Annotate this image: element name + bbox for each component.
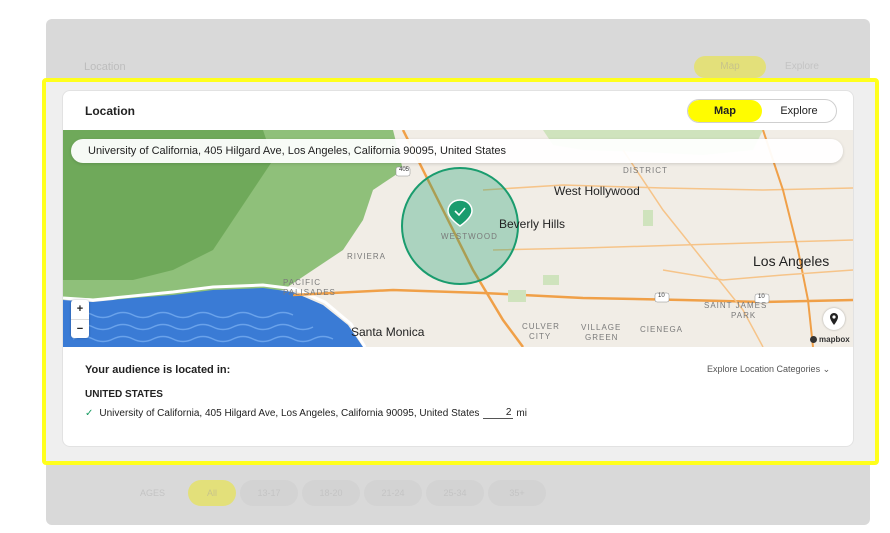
map-search-input[interactable]: University of California, 405 Hilgard Av… <box>71 139 843 163</box>
background-age-option: All <box>188 480 236 506</box>
map-label-park: PARK <box>731 311 757 320</box>
map-pin-icon <box>830 313 838 325</box>
explore-location-categories[interactable]: Explore Location Categories ⌄ <box>707 364 830 375</box>
mapbox-attribution: mapbox <box>810 335 850 344</box>
mapbox-logo-icon <box>810 336 817 343</box>
background-map-toggle: Map <box>694 56 766 78</box>
background-age-label: AGES <box>140 488 166 498</box>
highway-10-label: 10 <box>658 293 665 299</box>
map-label-west-hollywood: West Hollywood <box>554 184 640 198</box>
park <box>643 210 653 226</box>
country-label: UNITED STATES <box>85 389 163 400</box>
location-row: ✓ University of California, 405 Hilgard … <box>85 407 527 419</box>
map-label-city: CITY <box>529 332 552 341</box>
park <box>508 290 526 302</box>
highway-405-label: 405 <box>399 167 410 173</box>
locate-button[interactable] <box>823 308 845 330</box>
radius-unit: mi <box>516 407 527 419</box>
location-name: University of California, 405 Hilgard Av… <box>99 407 480 419</box>
zoom-control: + − <box>71 300 89 338</box>
zoom-in-button[interactable]: + <box>71 300 89 320</box>
park <box>543 275 559 285</box>
explore-tab[interactable]: Explore <box>762 100 836 122</box>
view-toggle: Map Explore <box>687 99 837 123</box>
map-label-culver: CULVER <box>522 322 560 331</box>
explore-categories-label: Explore Location Categories <box>707 364 821 374</box>
chevron-down-icon: ⌄ <box>822 364 831 374</box>
card-title: Location <box>85 104 135 118</box>
background-age-option: 25-34 <box>426 480 484 506</box>
map-label-village: VILLAGE <box>581 323 622 332</box>
background-location-label: Location <box>84 61 126 73</box>
background-age-selector: AGES All 13-17 18-20 21-24 25-34 35+ <box>140 480 546 506</box>
check-icon: ✓ <box>85 407 94 419</box>
map-label-district: DISTRICT <box>623 166 668 175</box>
map-label-pacific: PACIFIC <box>283 278 321 287</box>
map-tab[interactable]: Map <box>688 100 762 122</box>
audience-heading: Your audience is located in: <box>85 364 231 376</box>
background-age-option: 18-20 <box>302 480 360 506</box>
map-label-green: GREEN <box>585 333 619 342</box>
map-label-cienega: CIENEGA <box>640 325 684 334</box>
map-label-santa-monica: Santa Monica <box>351 325 425 339</box>
location-card: Location Map Explore West Hollywood Beve… <box>62 90 854 447</box>
map-label-riviera: RIVIERA <box>347 252 387 261</box>
map-label-beverly-hills: Beverly Hills <box>499 217 566 231</box>
map-view[interactable]: West Hollywood Beverly Hills Los Angeles… <box>63 130 853 347</box>
zoom-out-button[interactable]: − <box>71 320 89 339</box>
highway-10-label: 10 <box>758 294 765 300</box>
map-label-saint-james: SAINT JAMES <box>704 301 768 310</box>
mapbox-text: mapbox <box>819 335 850 344</box>
background-age-option: 13-17 <box>240 480 298 506</box>
map-label-westwood: WESTWOOD <box>441 232 498 241</box>
map-label-los-angeles: Los Angeles <box>753 253 830 269</box>
background-explore-toggle: Explore <box>785 61 819 72</box>
radius-input[interactable]: 2 <box>483 407 514 419</box>
background-age-option: 35+ <box>488 480 546 506</box>
background-age-option: 21-24 <box>364 480 422 506</box>
map-label-palisades: PALISADES <box>283 288 336 297</box>
